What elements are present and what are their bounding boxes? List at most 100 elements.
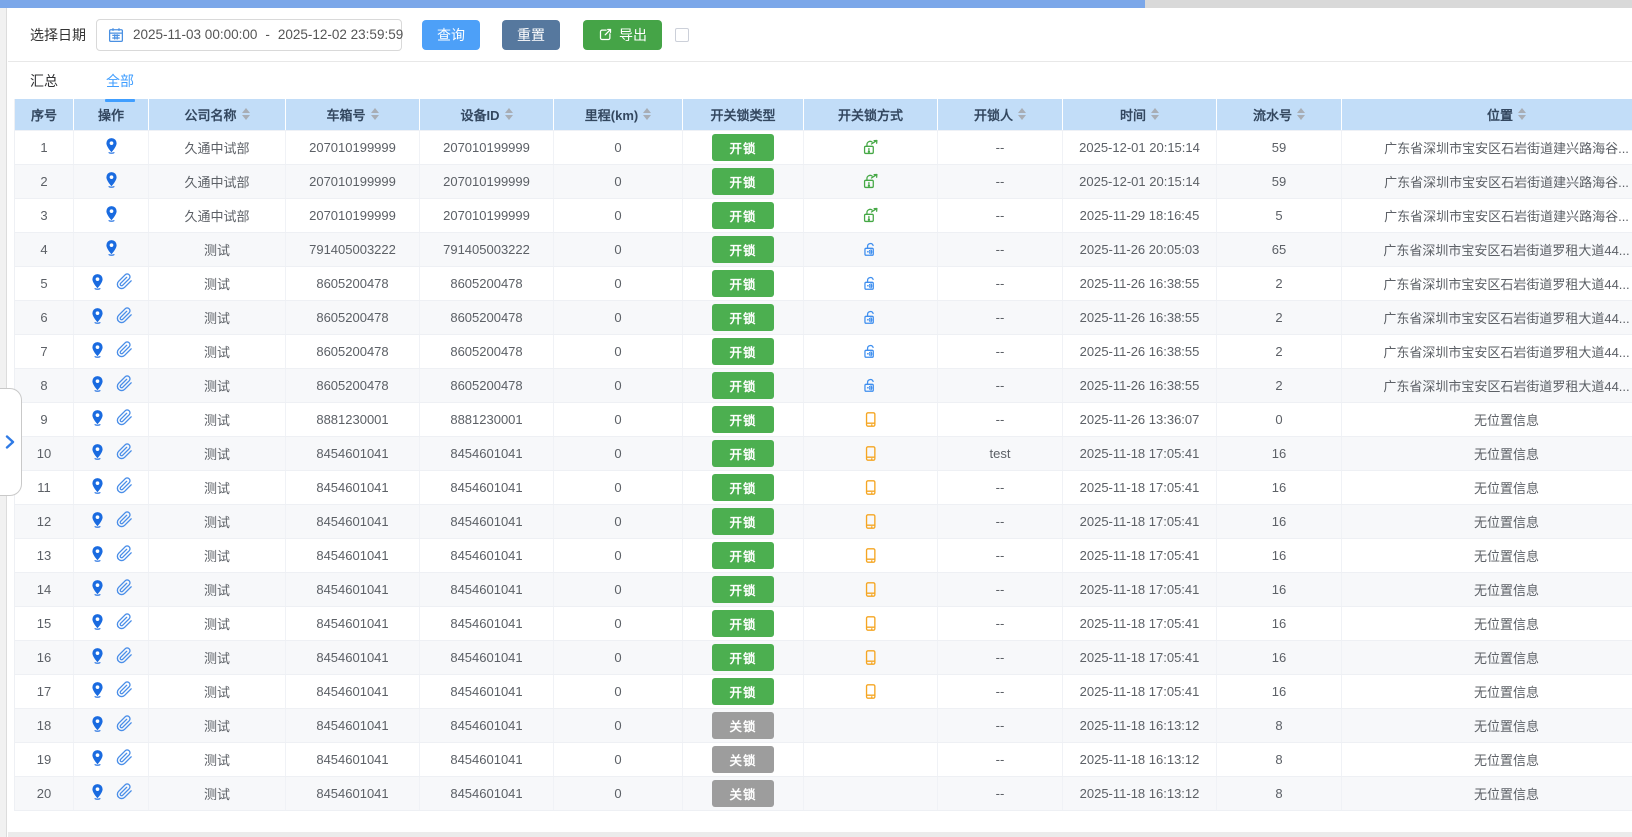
paperclip-icon[interactable]	[116, 511, 133, 528]
sort-icon[interactable]	[1018, 108, 1026, 120]
location-pin-icon[interactable]	[89, 579, 106, 596]
cell-serial: 16	[1217, 504, 1342, 538]
paperclip-icon[interactable]	[116, 341, 133, 358]
paperclip-icon[interactable]	[116, 579, 133, 596]
paperclip-icon[interactable]	[116, 681, 133, 698]
date-range-picker[interactable]: 2025-11-03 00:00:00 - 2025-12-02 23:59:5…	[96, 19, 402, 51]
paperclip-icon[interactable]	[116, 307, 133, 324]
cell-operations	[74, 130, 149, 164]
column-header-time[interactable]: 时间	[1063, 99, 1217, 130]
paperclip-icon[interactable]	[116, 783, 133, 800]
cell-mileage: 0	[554, 368, 683, 402]
cell-lock-method	[804, 130, 938, 164]
location-pin-icon[interactable]	[103, 137, 120, 154]
location-pin-icon[interactable]	[89, 647, 106, 664]
column-header-location[interactable]: 位置	[1342, 99, 1632, 130]
column-label-lock_method: 开关锁方式	[838, 105, 903, 124]
cell-location: 无位置信息	[1342, 504, 1632, 538]
location-pin-icon[interactable]	[89, 409, 106, 426]
location-pin-icon[interactable]	[89, 375, 106, 392]
cell-time: 2025-11-18 16:13:12	[1063, 776, 1217, 810]
location-pin-icon[interactable]	[89, 273, 106, 290]
column-header-device_id[interactable]: 设备ID	[420, 99, 554, 130]
sidebar-expand-handle[interactable]	[0, 388, 22, 496]
column-header-company[interactable]: 公司名称	[149, 99, 286, 130]
paperclip-icon[interactable]	[116, 647, 133, 664]
location-pin-icon[interactable]	[103, 171, 120, 188]
location-pin-icon[interactable]	[89, 477, 106, 494]
paperclip-icon[interactable]	[116, 273, 133, 290]
location-pin-icon[interactable]	[89, 511, 106, 528]
cell-location: 广东省深圳市宝安区石岩街道建兴路海谷...	[1342, 164, 1632, 198]
column-header-box_no[interactable]: 车箱号	[286, 99, 420, 130]
phone-unlock-icon	[861, 614, 880, 633]
paperclip-icon[interactable]	[116, 375, 133, 392]
column-header-mileage[interactable]: 里程(km)	[554, 99, 683, 130]
sort-icon[interactable]	[643, 108, 651, 120]
cell-lock-type: 开锁	[683, 674, 804, 708]
tab-1[interactable]: 全部	[104, 62, 136, 100]
sort-icon[interactable]	[1518, 108, 1526, 120]
cell-company: 测试	[149, 232, 286, 266]
export-select-checkbox[interactable]	[675, 28, 689, 42]
cell-box-no: 8454601041	[286, 742, 420, 776]
paperclip-icon[interactable]	[116, 443, 133, 460]
cell-device-id: 8454601041	[420, 776, 554, 810]
location-pin-icon[interactable]	[89, 443, 106, 460]
column-header-index: 序号	[15, 99, 74, 130]
cell-operations	[74, 470, 149, 504]
column-header-serial[interactable]: 流水号	[1217, 99, 1342, 130]
bluetooth-unlock-icon	[861, 342, 880, 361]
cell-company: 测试	[149, 436, 286, 470]
query-button[interactable]: 查询	[422, 20, 480, 50]
date-start-value[interactable]: 2025-11-03 00:00:00	[133, 27, 257, 42]
location-pin-icon[interactable]	[89, 749, 106, 766]
sort-icon[interactable]	[1297, 108, 1305, 120]
location-pin-icon[interactable]	[89, 783, 106, 800]
cell-serial: 8	[1217, 742, 1342, 776]
cell-lock-method	[804, 572, 938, 606]
location-pin-icon[interactable]	[89, 715, 106, 732]
unlock-badge: 开锁	[712, 304, 774, 331]
location-pin-icon[interactable]	[89, 341, 106, 358]
paperclip-icon[interactable]	[116, 613, 133, 630]
paperclip-icon[interactable]	[116, 477, 133, 494]
location-pin-icon[interactable]	[103, 239, 120, 256]
column-header-lock_type: 开关锁类型	[683, 99, 804, 130]
date-end-value[interactable]: 2025-12-02 23:59:59	[278, 27, 403, 42]
table-row: 7 测试860520047886052004780开锁 --2025-11-26…	[15, 334, 1632, 368]
cell-operations	[74, 368, 149, 402]
location-pin-icon[interactable]	[103, 205, 120, 222]
sort-icon[interactable]	[505, 108, 513, 120]
cell-operations	[74, 402, 149, 436]
tab-0[interactable]: 汇总	[28, 62, 60, 100]
location-pin-icon[interactable]	[89, 681, 106, 698]
location-pin-icon[interactable]	[89, 307, 106, 324]
paperclip-icon[interactable]	[116, 715, 133, 732]
column-label-unlocker: 开锁人	[974, 105, 1013, 124]
paperclip-icon[interactable]	[116, 749, 133, 766]
sort-icon[interactable]	[242, 108, 250, 120]
sort-icon[interactable]	[1151, 108, 1159, 120]
cell-unlocker: --	[938, 368, 1063, 402]
cell-index: 5	[15, 266, 74, 300]
location-pin-icon[interactable]	[89, 613, 106, 630]
cell-index: 11	[15, 470, 74, 504]
cell-unlocker: --	[938, 538, 1063, 572]
export-button[interactable]: 导出	[583, 20, 662, 50]
horizontal-scrollbar[interactable]	[8, 832, 1632, 837]
sort-icon[interactable]	[371, 108, 379, 120]
cell-device-id: 791405003222	[420, 232, 554, 266]
table-row: 6 测试860520047886052004780开锁 --2025-11-26…	[15, 300, 1632, 334]
location-pin-icon[interactable]	[89, 545, 106, 562]
cell-time: 2025-11-18 17:05:41	[1063, 436, 1217, 470]
cell-box-no: 8454601041	[286, 470, 420, 504]
paperclip-icon[interactable]	[116, 545, 133, 562]
cell-operations	[74, 708, 149, 742]
top-accent-bar-rest	[1145, 0, 1632, 8]
table-row: 16 测试845460104184546010410开锁 --2025-11-1…	[15, 640, 1632, 674]
reset-button[interactable]: 重置	[502, 20, 560, 50]
cell-operations	[74, 198, 149, 232]
column-header-unlocker[interactable]: 开锁人	[938, 99, 1063, 130]
paperclip-icon[interactable]	[116, 409, 133, 426]
